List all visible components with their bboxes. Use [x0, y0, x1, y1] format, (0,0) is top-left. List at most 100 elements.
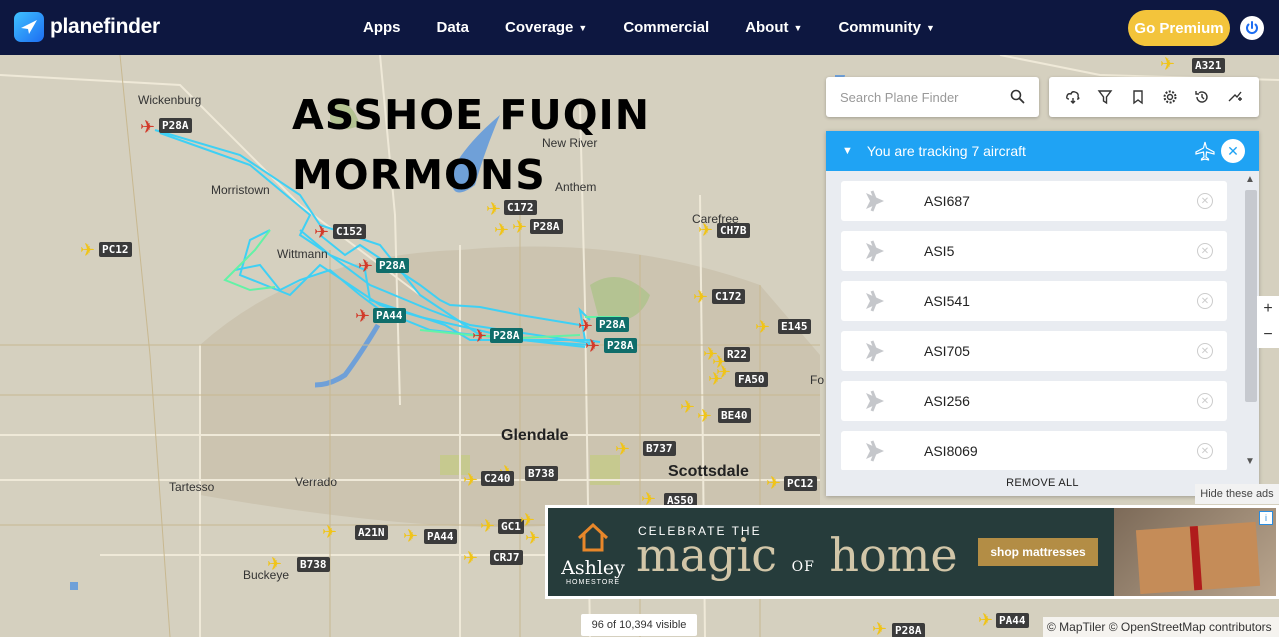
aircraft-plane-icon[interactable]: ✈	[463, 471, 478, 489]
tracked-aircraft-row[interactable]: ASI5 ✕	[841, 231, 1227, 271]
aircraft-plane-icon[interactable]: ✈	[480, 517, 495, 535]
aircraft-plane-icon[interactable]: ✈	[486, 200, 501, 218]
planefinder-logo[interactable]: planefinder	[14, 12, 160, 42]
aircraft-plane-icon[interactable]: ✈	[578, 317, 593, 335]
aircraft-plane-icon[interactable]: ✈	[314, 223, 329, 241]
chevron-down-icon[interactable]: ▼	[842, 145, 853, 157]
tracked-aircraft-row[interactable]: ASI687 ✕	[841, 181, 1227, 221]
aircraft-plane-icon[interactable]: ✈	[716, 363, 731, 381]
remove-aircraft-icon[interactable]: ✕	[1197, 343, 1213, 359]
aircraft-tag[interactable]: CH7B	[717, 223, 750, 238]
aircraft-tag[interactable]: B738	[297, 557, 330, 572]
aircraft-plane-icon[interactable]: ✈	[472, 327, 487, 345]
aircraft-tag[interactable]: P28A	[159, 118, 192, 133]
tracked-aircraft-list[interactable]: ASI687 ✕ ASI5 ✕ ASI541 ✕ ASI705 ✕ ASI256…	[826, 171, 1259, 470]
nav-data[interactable]: Data	[437, 19, 470, 36]
aircraft-tag[interactable]: E145	[778, 319, 811, 334]
tracked-aircraft-row[interactable]: ASI8069 ✕	[841, 431, 1227, 470]
tracked-aircraft-row[interactable]: ASI705 ✕	[841, 331, 1227, 371]
tracking-panel-header[interactable]: ▼ You are tracking 7 aircraft ✕	[826, 131, 1259, 171]
scroll-thumb[interactable]	[1245, 190, 1257, 402]
aircraft-tag[interactable]: C172	[504, 200, 537, 215]
aircraft-plane-icon[interactable]: ✈	[520, 511, 535, 529]
aircraft-tag[interactable]: P28A	[376, 258, 409, 273]
aircraft-plane-icon[interactable]: ✈	[697, 407, 712, 425]
history-icon[interactable]	[1192, 87, 1212, 107]
search-input[interactable]	[840, 89, 1000, 105]
aircraft-tag[interactable]: FA50	[735, 372, 768, 387]
nav-coverage[interactable]: Coverage ▼	[505, 19, 587, 36]
aircraft-plane-icon[interactable]: ✈	[140, 118, 155, 136]
aircraft-plane-icon[interactable]: ✈	[463, 549, 478, 567]
aircraft-tag[interactable]: P28A	[604, 338, 637, 353]
nav-about[interactable]: About ▼	[745, 19, 802, 36]
aircraft-plane-icon[interactable]: ✈	[512, 218, 527, 236]
ad-content[interactable]: Ashley HOMESTORE CELEBRATE THE magic OF …	[548, 508, 1276, 596]
aircraft-plane-icon[interactable]: ✈	[358, 257, 373, 275]
playback-icon[interactable]	[1225, 87, 1245, 107]
settings-icon[interactable]	[1160, 87, 1180, 107]
aircraft-plane-icon[interactable]: ✈	[585, 337, 600, 355]
aircraft-plane-icon[interactable]: ✈	[322, 523, 337, 541]
aircraft-plane-icon[interactable]: ✈	[80, 241, 95, 259]
aircraft-plane-icon[interactable]: ✈	[403, 527, 418, 545]
aircraft-plane-icon[interactable]: ✈	[698, 221, 713, 239]
aircraft-tag[interactable]: CRJ7	[490, 550, 523, 565]
zoom-out-icon[interactable]: −	[1263, 326, 1272, 344]
aircraft-tag[interactable]: C172	[712, 289, 745, 304]
aircraft-tag[interactable]: PA44	[373, 308, 406, 323]
aircraft-tag[interactable]: P28A	[596, 317, 629, 332]
aircraft-plane-icon[interactable]: ✈	[525, 529, 540, 547]
aircraft-tag[interactable]: BE40	[718, 408, 751, 423]
tracked-aircraft-row[interactable]: ASI256 ✕	[841, 381, 1227, 421]
aircraft-plane-icon[interactable]: ✈	[755, 318, 770, 336]
aircraft-plane-icon[interactable]: ✈	[1160, 55, 1175, 73]
ad-banner[interactable]: Ashley HOMESTORE CELEBRATE THE magic OF …	[545, 505, 1279, 599]
nav-community[interactable]: Community ▼	[838, 19, 934, 36]
remove-aircraft-icon[interactable]: ✕	[1197, 193, 1213, 209]
tracked-aircraft-row[interactable]: ASI541 ✕	[841, 281, 1227, 321]
aircraft-tag[interactable]: C240	[481, 471, 514, 486]
aircraft-plane-icon[interactable]: ✈	[267, 555, 282, 573]
aircraft-plane-icon[interactable]: ✈	[766, 474, 781, 492]
aircraft-plane-icon[interactable]: ✈	[693, 288, 708, 306]
aircraft-plane-icon[interactable]: ✈	[355, 307, 370, 325]
remove-aircraft-icon[interactable]: ✕	[1197, 243, 1213, 259]
aircraft-tag[interactable]: P28A	[490, 328, 523, 343]
scroll-down-icon[interactable]: ▼	[1245, 456, 1255, 467]
power-icon[interactable]	[1240, 16, 1264, 40]
go-premium-button[interactable]: Go Premium	[1128, 10, 1230, 46]
map-attribution[interactable]: © MapTiler © OpenStreetMap contributors	[1043, 617, 1279, 637]
hide-ads-button[interactable]: Hide these ads	[1195, 484, 1279, 504]
aircraft-tag[interactable]: P28A	[892, 623, 925, 637]
nav-apps[interactable]: Apps	[363, 19, 401, 36]
weather-icon[interactable]	[1063, 87, 1083, 107]
aircraft-tag[interactable]: B738	[525, 466, 558, 481]
remove-aircraft-icon[interactable]: ✕	[1197, 443, 1213, 459]
aircraft-tag[interactable]: PA44	[424, 529, 457, 544]
aircraft-tag[interactable]: PC12	[784, 476, 817, 491]
aircraft-tag[interactable]: R22	[724, 347, 750, 362]
aircraft-tag[interactable]: C152	[333, 224, 366, 239]
aircraft-plane-icon[interactable]: ✈	[872, 620, 887, 637]
aircraft-plane-icon[interactable]: ✈	[978, 611, 993, 629]
filter-icon[interactable]	[1095, 87, 1115, 107]
ad-info-icon[interactable]: i	[1259, 511, 1273, 525]
aircraft-tag[interactable]: B737	[643, 441, 676, 456]
aircraft-plane-icon[interactable]: ✈	[680, 398, 695, 416]
bookmark-icon[interactable]	[1128, 87, 1148, 107]
nav-commercial[interactable]: Commercial	[623, 19, 709, 36]
remove-aircraft-icon[interactable]: ✕	[1197, 393, 1213, 409]
shop-mattresses-button[interactable]: shop mattresses	[978, 538, 1098, 566]
aircraft-tag[interactable]: PA44	[996, 613, 1029, 628]
remove-aircraft-icon[interactable]: ✕	[1197, 293, 1213, 309]
close-tracking-button[interactable]: ✕	[1221, 139, 1245, 163]
zoom-in-icon[interactable]: +	[1263, 300, 1272, 318]
scroll-up-icon[interactable]: ▲	[1245, 174, 1255, 185]
aircraft-plane-icon[interactable]: ✈	[615, 440, 630, 458]
aircraft-tag[interactable]: PC12	[99, 242, 132, 257]
aircraft-tag[interactable]: A321	[1192, 58, 1225, 73]
aircraft-plane-icon[interactable]: ✈	[494, 221, 509, 239]
aircraft-tag[interactable]: P28A	[530, 219, 563, 234]
search-icon[interactable]	[1010, 89, 1025, 109]
